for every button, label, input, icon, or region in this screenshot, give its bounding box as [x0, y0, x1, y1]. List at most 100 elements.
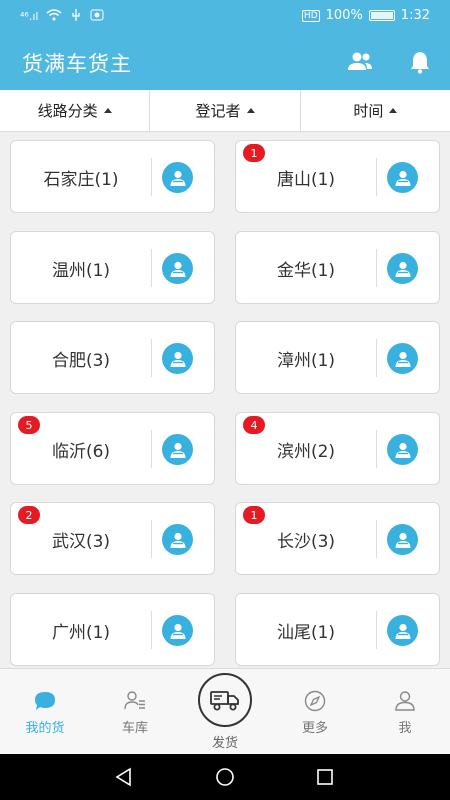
card-divider — [151, 611, 152, 649]
driver-contact-button[interactable] — [162, 434, 193, 465]
filter-route-category[interactable]: 线路分类 — [0, 90, 151, 131]
recents-icon[interactable] — [315, 767, 335, 787]
route-card[interactable]: 广州(1) — [10, 593, 215, 666]
route-card[interactable]: 临沂(6) 5 — [10, 412, 215, 485]
card-divider — [376, 339, 377, 377]
user-icon — [395, 691, 415, 711]
card-divider — [376, 249, 377, 287]
clock: 1:32 — [400, 8, 430, 23]
route-name: 汕尾(1) — [276, 623, 336, 643]
card-divider — [376, 430, 377, 468]
status-bar: ⁴⁶.ıl HD 100% 1:32 — [0, 0, 450, 34]
route-card[interactable]: 长沙(3) 1 — [235, 502, 440, 575]
card-divider — [376, 158, 377, 196]
driver-icon — [168, 168, 188, 188]
card-divider — [376, 611, 377, 649]
battery-percent: 100% — [325, 8, 363, 23]
route-card[interactable]: 金华(1) — [235, 231, 440, 304]
route-card[interactable]: 漳州(1) — [235, 321, 440, 394]
sort-up-icon — [246, 108, 255, 113]
driver-icon — [168, 621, 188, 641]
route-name: 广州(1) — [51, 623, 111, 643]
driver-contact-button[interactable] — [387, 524, 418, 555]
notifications-button[interactable] — [406, 48, 434, 76]
driver-icon — [393, 349, 413, 369]
driver-icon — [393, 621, 413, 641]
driver-contact-button[interactable] — [387, 253, 418, 284]
filter-label: 登记者 — [195, 102, 241, 120]
sort-up-icon — [103, 108, 112, 113]
chat-bubble-icon — [35, 692, 55, 710]
card-divider — [151, 520, 152, 558]
route-card[interactable]: 合肥(3) — [10, 321, 215, 394]
nav-label: 车库 — [121, 721, 148, 736]
driver-list-icon — [124, 691, 145, 710]
unread-badge: 4 — [243, 416, 265, 434]
driver-contact-button[interactable] — [162, 615, 193, 646]
home-icon[interactable] — [215, 767, 235, 787]
sort-up-icon — [389, 108, 398, 113]
app-bar: 货满车货主 — [0, 34, 450, 90]
unread-badge: 1 — [243, 144, 265, 162]
route-card[interactable]: 汕尾(1) — [235, 593, 440, 666]
driver-icon — [393, 530, 413, 550]
wifi-icon — [46, 9, 62, 24]
driver-icon — [393, 168, 413, 188]
driver-icon — [168, 440, 188, 460]
driver-icon — [393, 259, 413, 279]
nav-label: 我的货 — [25, 721, 65, 736]
driver-contact-button[interactable] — [162, 253, 193, 284]
signal-icon: ⁴⁶.ıl — [20, 10, 39, 23]
driver-contact-button[interactable] — [162, 162, 193, 193]
route-name: 合肥(3) — [51, 351, 111, 371]
nav-ship[interactable]: 发货 — [180, 669, 270, 755]
bottom-nav: 我的货 车库 发货 更多 我 — [0, 668, 450, 754]
unread-badge: 1 — [243, 506, 265, 524]
filter-time[interactable]: 时间 — [301, 90, 450, 131]
driver-contact-button[interactable] — [162, 524, 193, 555]
card-divider — [151, 339, 152, 377]
route-name: 石家庄(1) — [43, 170, 119, 190]
route-card[interactable]: 石家庄(1) — [10, 140, 215, 213]
notification-app-icon — [90, 9, 104, 24]
nav-label: 我 — [398, 721, 412, 736]
route-card[interactable]: 武汉(3) 2 — [10, 502, 215, 575]
driver-contact-button[interactable] — [387, 615, 418, 646]
nav-garage[interactable]: 车库 — [90, 669, 180, 755]
route-grid: 石家庄(1) 唐山(1) 1 温州(1) 金华(1) 合肥(3) 漳州(1) 临沂(6) 5 滨州… — [10, 140, 440, 668]
route-name: 漳州(1) — [276, 351, 336, 371]
card-divider — [151, 158, 152, 196]
unread-badge: 5 — [18, 416, 40, 434]
route-card[interactable]: 温州(1) — [10, 231, 215, 304]
bell-icon — [411, 52, 429, 74]
nav-more[interactable]: 更多 — [270, 669, 360, 755]
compass-icon — [304, 690, 326, 712]
route-name: 温州(1) — [51, 261, 111, 281]
nav-label: 更多 — [301, 721, 328, 736]
filter-bar: 线路分类 登记者 时间 — [0, 90, 450, 132]
driver-contact-button[interactable] — [387, 343, 418, 374]
nav-label: 发货 — [211, 736, 238, 751]
nav-me[interactable]: 我 — [360, 669, 450, 755]
truck-icon — [210, 691, 239, 711]
driver-icon — [168, 259, 188, 279]
route-card[interactable]: 滨州(2) 4 — [235, 412, 440, 485]
route-name: 金华(1) — [276, 261, 336, 281]
driver-contact-button[interactable] — [387, 162, 418, 193]
card-divider — [151, 430, 152, 468]
nav-my-goods[interactable]: 我的货 — [0, 669, 90, 755]
driver-contact-button[interactable] — [387, 434, 418, 465]
driver-contact-button[interactable] — [162, 343, 193, 374]
driver-icon — [393, 440, 413, 460]
card-divider — [376, 520, 377, 558]
driver-icon — [168, 349, 188, 369]
filter-label: 时间 — [353, 102, 384, 120]
driver-icon — [168, 530, 188, 550]
users-icon — [348, 52, 372, 70]
route-card[interactable]: 唐山(1) 1 — [235, 140, 440, 213]
contacts-button[interactable] — [346, 48, 374, 76]
app-title: 货满车货主 — [22, 52, 132, 76]
filter-registrant[interactable]: 登记者 — [150, 90, 301, 131]
back-icon[interactable] — [114, 767, 134, 787]
filter-label: 线路分类 — [37, 102, 98, 120]
